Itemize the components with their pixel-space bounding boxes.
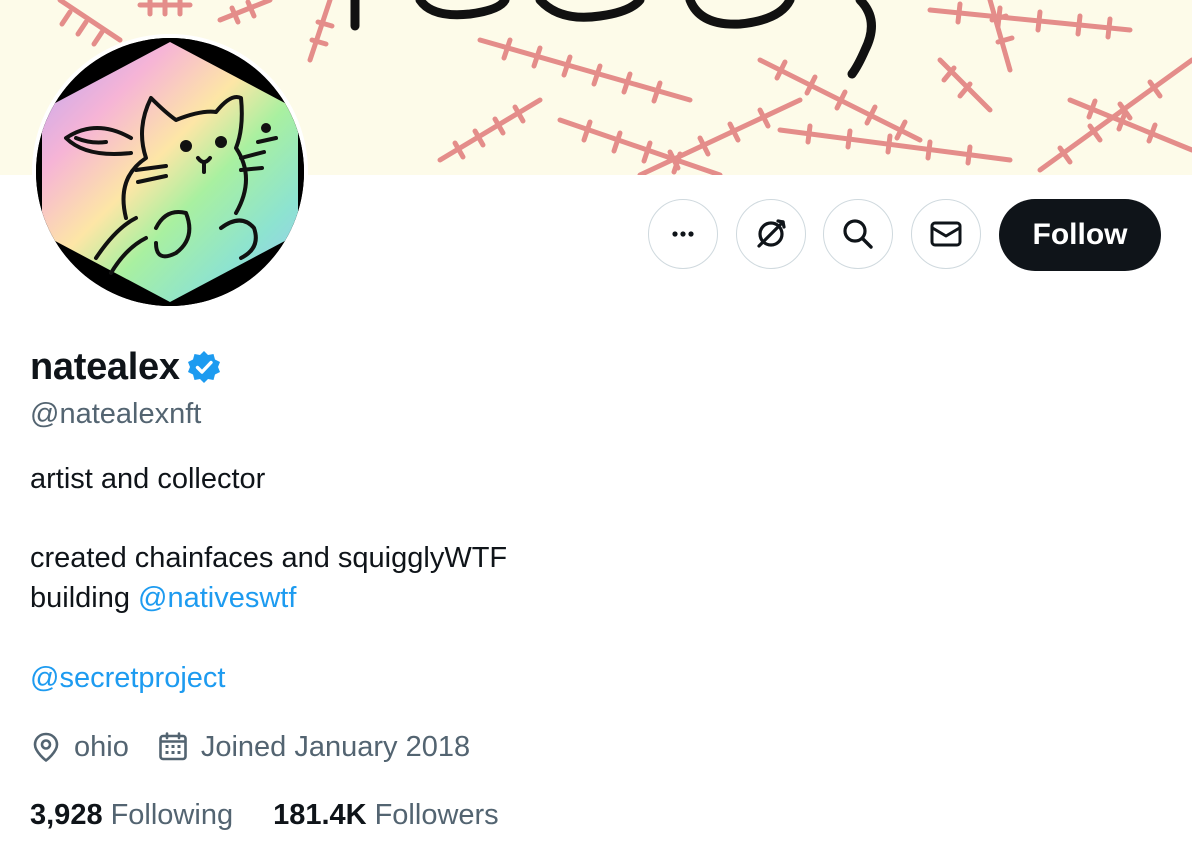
display-name: natealex bbox=[30, 345, 180, 388]
search-icon bbox=[840, 216, 876, 252]
more-horizontal-icon bbox=[667, 218, 699, 250]
envelope-icon bbox=[928, 216, 964, 252]
follow-button[interactable]: Follow bbox=[999, 199, 1161, 271]
bio-line: artist and collector bbox=[30, 463, 266, 495]
joined-item: Joined January 2018 bbox=[157, 731, 470, 764]
bio-line: building @nativeswtf bbox=[30, 582, 296, 615]
subscribe-button[interactable] bbox=[736, 199, 806, 269]
followers-link[interactable]: 181.4K Followers bbox=[273, 799, 499, 832]
calendar-icon bbox=[157, 731, 189, 763]
message-button[interactable] bbox=[911, 199, 981, 269]
follow-stats-row: 3,928 Following 181.4K Followers bbox=[30, 795, 499, 835]
bio-text: building bbox=[30, 582, 139, 614]
followers-count: 181.4K bbox=[273, 798, 367, 831]
search-button[interactable] bbox=[823, 199, 893, 269]
bio-line: @secretproject bbox=[30, 662, 225, 695]
location-item: ohio bbox=[30, 731, 129, 764]
location-pin-icon bbox=[30, 731, 62, 763]
bio-line: created chainfaces and squigglyWTF bbox=[30, 542, 508, 574]
following-link[interactable]: 3,928 Following bbox=[30, 799, 233, 832]
following-count: 3,928 bbox=[30, 798, 103, 831]
joined-date-text: Joined January 2018 bbox=[200, 730, 471, 763]
avatar-image bbox=[36, 38, 304, 306]
user-handle: @natealexnft bbox=[30, 398, 202, 430]
profile-avatar[interactable] bbox=[32, 34, 308, 310]
following-label: Following bbox=[110, 798, 234, 831]
display-name-row: natealex bbox=[30, 345, 222, 389]
subscribe-circle-icon bbox=[752, 215, 790, 253]
verified-badge-icon[interactable] bbox=[186, 349, 222, 385]
mention-link-nativeswtf[interactable]: @nativeswtf bbox=[138, 582, 296, 614]
location-text: ohio bbox=[74, 730, 129, 763]
followers-label: Followers bbox=[374, 798, 499, 831]
profile-meta-row: ohio Joined January 2018 bbox=[30, 727, 470, 767]
more-button[interactable] bbox=[648, 199, 718, 269]
mention-link-secretproject[interactable]: @secretproject bbox=[30, 662, 225, 694]
